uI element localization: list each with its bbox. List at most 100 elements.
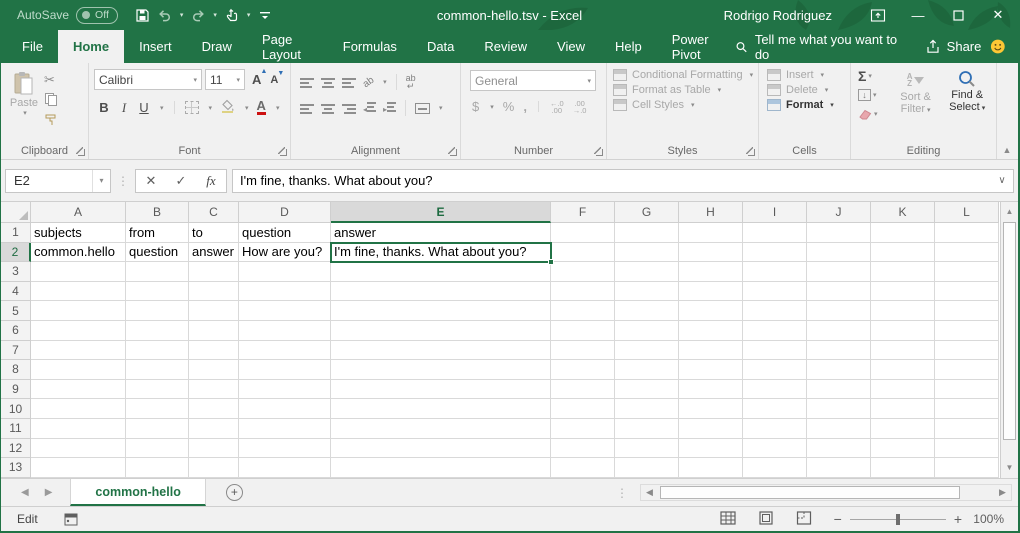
cell-F11[interactable] (551, 419, 615, 439)
feedback-smiley-icon[interactable] (990, 38, 1006, 55)
cell-A8[interactable] (31, 360, 126, 380)
zoom-out-button[interactable]: − (834, 511, 842, 527)
cell-styles-button[interactable]: Cell Styles▾ (613, 99, 755, 111)
cell-J12[interactable] (807, 439, 871, 459)
wrap-text-icon[interactable]: ab↵ (406, 74, 416, 90)
cell-A5[interactable] (31, 301, 126, 321)
row-header-7[interactable]: 7 (1, 341, 31, 361)
cell-B1[interactable]: from (126, 223, 189, 243)
column-header-c[interactable]: C (189, 202, 239, 223)
orientation-dropdown-icon[interactable]: ▾ (383, 78, 387, 86)
cell-J9[interactable] (807, 380, 871, 400)
cell-I9[interactable] (743, 380, 807, 400)
cell-D11[interactable] (239, 419, 331, 439)
column-header-h[interactable]: H (679, 202, 743, 223)
row-header-2[interactable]: 2 (1, 243, 31, 263)
accounting-format-icon[interactable]: $ (472, 99, 479, 114)
align-right-icon[interactable] (342, 103, 356, 114)
cell-J7[interactable] (807, 341, 871, 361)
cell-L7[interactable] (935, 341, 999, 361)
cell-D6[interactable] (239, 321, 331, 341)
column-header-a[interactable]: A (31, 202, 126, 223)
cell-C11[interactable] (189, 419, 239, 439)
confirm-entry-button[interactable]: ✓ (166, 173, 196, 189)
tab-formulas[interactable]: Formulas (328, 30, 412, 63)
page-break-preview-icon[interactable] (796, 511, 812, 528)
insert-function-button[interactable]: fx (196, 173, 226, 189)
cell-D5[interactable] (239, 301, 331, 321)
middle-align-icon[interactable] (321, 77, 335, 88)
cell-D9[interactable] (239, 380, 331, 400)
row-header-13[interactable]: 13 (1, 458, 31, 478)
cell-E1[interactable]: answer (331, 223, 551, 243)
cell-E12[interactable] (331, 439, 551, 459)
cell-K4[interactable] (871, 282, 935, 302)
format-painter-icon[interactable] (44, 113, 58, 129)
cell-G9[interactable] (615, 380, 679, 400)
column-header-i[interactable]: I (743, 202, 807, 223)
find-select-button[interactable]: Find & Select▾ (941, 67, 993, 143)
cell-H6[interactable] (679, 321, 743, 341)
row-header-12[interactable]: 12 (1, 439, 31, 459)
cell-A13[interactable] (31, 458, 126, 478)
autosum-button[interactable]: Σ▾ (858, 67, 890, 84)
save-icon[interactable] (134, 5, 152, 25)
borders-icon[interactable] (185, 101, 199, 114)
percent-style-icon[interactable]: % (503, 99, 515, 114)
cell-L5[interactable] (935, 301, 999, 321)
redo-icon[interactable] (189, 5, 207, 25)
name-box-dropdown-icon[interactable]: ▾ (92, 170, 110, 192)
cell-G8[interactable] (615, 360, 679, 380)
sort-filter-button[interactable]: AZ Sort & Filter▾ (890, 67, 942, 143)
cell-H8[interactable] (679, 360, 743, 380)
cell-A11[interactable] (31, 419, 126, 439)
accounting-dropdown-icon[interactable]: ▾ (490, 103, 494, 111)
maximize-button[interactable] (938, 0, 978, 30)
font-color-button[interactable]: A (257, 100, 266, 115)
cell-K9[interactable] (871, 380, 935, 400)
cell-E8[interactable] (331, 360, 551, 380)
cell-G12[interactable] (615, 439, 679, 459)
font-name-select[interactable]: Calibri ▾ (94, 69, 202, 90)
macro-record-icon[interactable] (64, 513, 78, 526)
sheet-tab-common-hello[interactable]: common-hello (70, 479, 205, 506)
touch-mode-icon[interactable] (223, 5, 241, 25)
cell-L2[interactable] (935, 243, 999, 263)
cell-G4[interactable] (615, 282, 679, 302)
decrease-font-size-button[interactable]: A▼ (270, 74, 278, 86)
row-header-8[interactable]: 8 (1, 360, 31, 380)
cell-J1[interactable] (807, 223, 871, 243)
cell-E4[interactable] (331, 282, 551, 302)
column-header-d[interactable]: D (239, 202, 331, 223)
cell-D7[interactable] (239, 341, 331, 361)
scroll-right-icon[interactable]: ▶ (994, 485, 1011, 500)
tab-review[interactable]: Review (469, 30, 542, 63)
name-box[interactable]: E2 ▾ (5, 169, 111, 193)
merge-center-icon[interactable] (415, 103, 430, 114)
cell-F13[interactable] (551, 458, 615, 478)
cell-E9[interactable] (331, 380, 551, 400)
insert-cells-button[interactable]: Insert▾ (767, 69, 847, 81)
cell-F1[interactable] (551, 223, 615, 243)
zoom-level[interactable]: 100% (970, 512, 1004, 526)
column-header-j[interactable]: J (807, 202, 871, 223)
cell-J6[interactable] (807, 321, 871, 341)
cell-D13[interactable] (239, 458, 331, 478)
cell-E10[interactable] (331, 399, 551, 419)
cell-H5[interactable] (679, 301, 743, 321)
align-center-icon[interactable] (321, 103, 335, 114)
cell-F9[interactable] (551, 380, 615, 400)
cell-E3[interactable] (331, 262, 551, 282)
cell-G6[interactable] (615, 321, 679, 341)
cell-L3[interactable] (935, 262, 999, 282)
font-color-dropdown-icon[interactable]: ▾ (276, 104, 280, 112)
cell-A10[interactable] (31, 399, 126, 419)
cell-A12[interactable] (31, 439, 126, 459)
cell-I4[interactable] (743, 282, 807, 302)
cell-J8[interactable] (807, 360, 871, 380)
cell-K12[interactable] (871, 439, 935, 459)
number-format-select[interactable]: General ▾ (470, 70, 596, 91)
previous-sheet-icon[interactable]: ◀ (21, 487, 29, 498)
bottom-align-icon[interactable] (342, 77, 356, 88)
cell-E6[interactable] (331, 321, 551, 341)
